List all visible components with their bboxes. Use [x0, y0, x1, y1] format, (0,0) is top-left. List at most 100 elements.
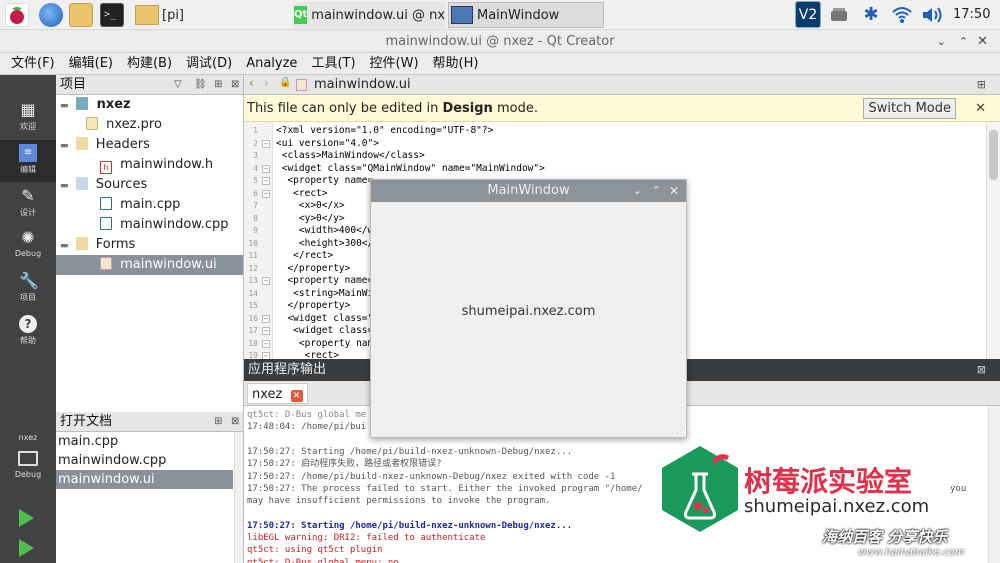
- open-doc-item[interactable]: mainwindow.cpp: [56, 451, 243, 470]
- mode-design[interactable]: ✎ 设计: [0, 183, 56, 225]
- menu-debug[interactable]: 调试(D): [179, 53, 239, 75]
- menu-build[interactable]: 构建(B): [120, 53, 179, 75]
- close-icon[interactable]: ✕: [669, 180, 679, 202]
- menu-tools[interactable]: 工具(T): [304, 53, 362, 75]
- split-icon[interactable]: ⊞: [214, 412, 222, 432]
- close-output-icon[interactable]: ⊠: [977, 359, 986, 381]
- scroll-thumb[interactable]: [989, 130, 998, 180]
- back-arrow-icon[interactable]: ‹: [249, 76, 254, 90]
- watermark-site: www.hainabaike.com: [858, 547, 965, 558]
- resize-grip-icon[interactable]: ⋰: [676, 426, 684, 435]
- open-documents-header: 打开文档 ⊞ ⊠: [56, 412, 243, 432]
- volume-icon[interactable]: [920, 3, 944, 27]
- filter-icon[interactable]: ▽: [174, 75, 182, 95]
- watermark-brand: 树莓派实验室: [744, 465, 913, 498]
- cpp-file-icon: [100, 197, 112, 210]
- code-line: </property>: [276, 300, 351, 311]
- run-icon[interactable]: [19, 509, 34, 527]
- tree-item-sources[interactable]: ▬ Sources: [60, 175, 147, 195]
- maximize-icon[interactable]: ⌃: [652, 180, 661, 202]
- tree-item-pro-file[interactable]: nxez.pro: [86, 115, 162, 135]
- menu-file[interactable]: 文件(F): [4, 53, 62, 75]
- code-line: <ui version="4.0">: [276, 137, 379, 149]
- close-info-icon[interactable]: ✕: [975, 95, 986, 122]
- fold-marker-icon[interactable]: −: [262, 189, 270, 198]
- fold-marker-icon[interactable]: −: [262, 277, 270, 285]
- tree-item-forms[interactable]: ▬ Forms: [60, 235, 135, 255]
- browser-icon[interactable]: [39, 3, 63, 27]
- editor-scrollbar[interactable]: [986, 122, 1000, 359]
- split-editor-icon[interactable]: ⊞: [977, 75, 986, 95]
- fold-marker-icon[interactable]: −: [262, 352, 270, 359]
- tree-item-project[interactable]: ▬ nxez: [60, 95, 131, 115]
- mode-welcome[interactable]: ▦ 欢迎: [0, 97, 56, 139]
- taskbar-task-folder[interactable]: [pi]: [135, 2, 285, 28]
- open-doc-item[interactable]: mainwindow.ui: [56, 470, 233, 489]
- code-line: <height>300</: [276, 237, 374, 249]
- file-manager-icon[interactable]: [69, 3, 93, 27]
- output-line: qt5ct: D-Bus global menu: no: [247, 557, 399, 563]
- line-number-gutter: 1 2−3 4−5−6−7 8 9 10 11 12 13−14 15 16−17−18−19−: [244, 122, 273, 359]
- minimize-icon[interactable]: ⌄: [633, 180, 642, 202]
- eject-icon[interactable]: [829, 3, 849, 27]
- wifi-icon[interactable]: [890, 3, 914, 27]
- window-title: mainwindow.ui @ nxez - Qt Creator: [385, 34, 615, 49]
- tree-item-mainwindow-cpp[interactable]: mainwindow.cpp: [100, 215, 229, 235]
- output-tab-nxez[interactable]: nxez ✕: [247, 383, 308, 404]
- mode-help[interactable]: ? 帮助: [0, 311, 56, 353]
- line-number: 1: [253, 126, 258, 135]
- taskbar-task-mainwindow[interactable]: MainWindow: [448, 2, 604, 28]
- menu-analyze[interactable]: Analyze: [239, 53, 304, 75]
- maximize-icon[interactable]: ⌃: [959, 30, 968, 53]
- menu-help[interactable]: 帮助(H): [426, 53, 486, 75]
- split-icon[interactable]: ⊞: [214, 75, 222, 95]
- editor-file-tab[interactable]: mainwindow.ui: [314, 75, 411, 95]
- sources-folder-icon: [75, 177, 88, 190]
- switch-mode-button[interactable]: Switch Mode: [863, 98, 956, 119]
- tree-item-headers[interactable]: ▬ Headers: [60, 135, 150, 155]
- fold-marker-icon[interactable]: −: [262, 314, 270, 323]
- mode-debug[interactable]: ✺ Debug: [0, 225, 56, 267]
- mode-projects[interactable]: 🔧 项目: [0, 268, 56, 310]
- code-line: <class>MainWindow</class>: [276, 150, 425, 161]
- menu-edit[interactable]: 编辑(E): [62, 53, 120, 75]
- fold-marker-icon[interactable]: −: [262, 139, 270, 148]
- close-pane-icon[interactable]: ⊠: [231, 412, 239, 432]
- output-line: may have insufficient permissions to inv…: [247, 496, 551, 507]
- terminal-icon[interactable]: >_: [100, 3, 124, 27]
- kit-selector[interactable]: Debug: [0, 449, 56, 489]
- close-tab-icon[interactable]: ✕: [290, 390, 303, 402]
- code-line: </rect>: [276, 250, 334, 261]
- raspberry-menu-icon[interactable]: [5, 3, 29, 27]
- fold-marker-icon[interactable]: −: [262, 327, 270, 335]
- tree-item-mainwindow-ui[interactable]: mainwindow.ui: [56, 255, 243, 275]
- mainwindow-app-window[interactable]: MainWindow ⌄ ⌃ ✕ shumeipai.nxez.com ⋰: [370, 179, 687, 438]
- code-line: <?xml version="1.0" encoding="UTF-8"?>: [276, 125, 494, 136]
- mode-edit[interactable]: ≡ 编辑: [0, 140, 56, 182]
- code-line: <string>MainWi: [276, 287, 374, 299]
- docs-scrollbar[interactable]: [234, 432, 243, 563]
- output-line: 17:50:27: Starting /home/pi/build-nxez-u…: [247, 446, 573, 457]
- debug-run-icon[interactable]: [19, 539, 34, 557]
- code-line: <x>0</x>: [276, 200, 345, 211]
- forward-arrow-icon[interactable]: ›: [264, 76, 269, 90]
- clock[interactable]: 17:50: [953, 0, 990, 30]
- output-line: 17:50:27: Starting /home/pi/build-nxez-u…: [247, 520, 573, 531]
- open-doc-item[interactable]: main.cpp: [56, 432, 243, 451]
- menu-widgets[interactable]: 控件(W): [363, 53, 426, 75]
- taskbar-task-qtcreator[interactable]: Qt mainwindow.ui @ nx...: [294, 2, 445, 28]
- bluetooth-icon[interactable]: ✱: [862, 3, 880, 27]
- close-pane-icon[interactable]: ⊠: [231, 75, 239, 95]
- close-icon[interactable]: ✕: [977, 30, 988, 53]
- fold-marker-icon[interactable]: −: [262, 164, 270, 173]
- tree-item-main-cpp[interactable]: main.cpp: [100, 195, 180, 215]
- fold-marker-icon[interactable]: −: [262, 339, 270, 348]
- vnc-icon[interactable]: V2: [795, 1, 821, 28]
- wrench-icon: 🔧: [19, 271, 39, 290]
- minimize-icon[interactable]: ⌄: [937, 30, 946, 53]
- line-number: 15: [248, 301, 258, 310]
- mainwindow-titlebar[interactable]: MainWindow ⌄ ⌃ ✕: [371, 180, 686, 202]
- fold-marker-icon[interactable]: −: [262, 177, 270, 185]
- link-icon[interactable]: ⛓: [194, 75, 207, 95]
- tree-item-mainwindow-h[interactable]: h mainwindow.h: [100, 155, 213, 175]
